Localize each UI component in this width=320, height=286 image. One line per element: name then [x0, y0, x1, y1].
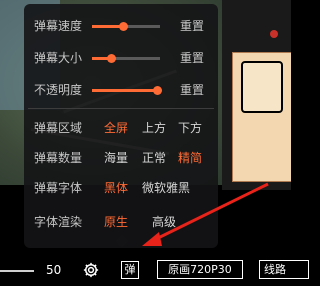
player-controls: 50 弹 原画720P30 线路	[0, 258, 309, 282]
danmaku-settings-panel: 弹幕速度 重置 弹幕大小 重置 不透明度 重置 弹幕区域 全屏 上方 下方 弹幕…	[24, 4, 218, 248]
slider-row-opacity: 不透明度 重置	[24, 80, 218, 100]
size-slider[interactable]	[92, 54, 160, 63]
count-option-normal[interactable]: 正常	[142, 148, 166, 168]
count-option-lite[interactable]: 精简	[178, 148, 202, 168]
opacity-slider-thumb[interactable]	[152, 86, 162, 95]
size-slider-thumb[interactable]	[106, 54, 116, 63]
option-label: 弹幕数量	[34, 151, 83, 165]
option-label: 弹幕区域	[34, 121, 83, 135]
slider-label: 弹幕速度	[34, 19, 83, 33]
video-marker	[270, 30, 278, 38]
render-option-native[interactable]: 原生	[104, 212, 128, 232]
area-option-top[interactable]: 上方	[142, 118, 166, 138]
opacity-slider[interactable]	[92, 86, 162, 95]
option-row-font: 弹幕字体 黑体 微软雅黑	[24, 178, 218, 198]
volume-slider[interactable]	[0, 270, 34, 272]
slider-row-speed: 弹幕速度 重置	[24, 16, 218, 36]
speed-slider[interactable]	[92, 22, 160, 31]
slider-label: 不透明度	[34, 83, 83, 97]
line-button[interactable]: 线路	[259, 260, 309, 279]
speed-reset-button[interactable]: 重置	[180, 16, 204, 36]
option-label: 字体渲染	[34, 215, 83, 229]
danmaku-toggle-button[interactable]: 弹	[121, 261, 139, 279]
option-row-area: 弹幕区域 全屏 上方 下方	[24, 118, 218, 138]
render-option-advanced[interactable]: 高级	[152, 212, 176, 232]
opacity-reset-button[interactable]: 重置	[180, 80, 204, 100]
area-option-fullscreen[interactable]: 全屏	[104, 118, 128, 138]
area-option-bottom[interactable]: 下方	[178, 118, 202, 138]
gear-icon[interactable]	[82, 261, 100, 279]
quality-button[interactable]: 原画720P30	[157, 260, 243, 279]
count-option-massive[interactable]: 海量	[104, 148, 128, 168]
speed-slider-thumb[interactable]	[118, 22, 128, 31]
slider-row-size: 弹幕大小 重置	[24, 48, 218, 68]
font-option-yahei[interactable]: 微软雅黑	[142, 178, 190, 198]
size-reset-button[interactable]: 重置	[180, 48, 204, 68]
option-label: 弹幕字体	[34, 181, 83, 195]
option-row-count: 弹幕数量 海量 正常 精简	[24, 148, 218, 168]
panel-divider	[28, 108, 214, 109]
option-row-render: 字体渲染 原生 高级	[24, 212, 218, 232]
volume-value: 50	[46, 263, 62, 277]
slider-label: 弹幕大小	[34, 51, 83, 65]
font-option-heiti[interactable]: 黑体	[104, 178, 128, 198]
video-frame-room	[232, 52, 291, 182]
